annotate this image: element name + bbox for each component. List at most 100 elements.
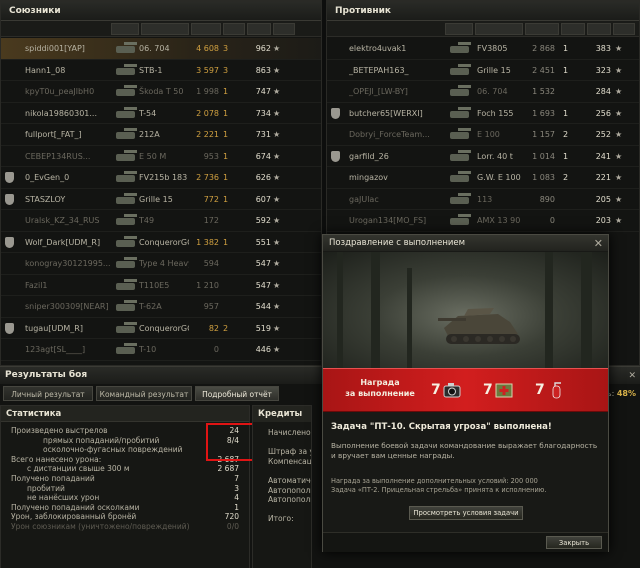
player-name: Dobryi_ForceTeam... (349, 130, 430, 139)
star-icon[interactable]: ★ (273, 146, 280, 168)
player-row[interactable]: Fazil1 T110E5 1 210 547 ★ (1, 275, 321, 297)
player-row[interactable]: _BETEPAH163_ Grille 15 2 451 1 323 ★ (327, 60, 639, 82)
player-row[interactable]: garfild_26 Lorr. 40 t 1 014 1 241 ★ (327, 146, 639, 168)
view-task-conditions-button[interactable]: Просмотреть условия задачи (409, 506, 523, 520)
player-name: 123agt[SL____] (25, 345, 86, 354)
tank-icon (447, 106, 471, 120)
player-row[interactable]: nikola19860301... T-54 2 078 1 734 ★ (1, 103, 321, 125)
sort-vehicle-button[interactable] (445, 23, 473, 35)
star-icon[interactable]: ★ (615, 103, 622, 125)
tank-icon (113, 127, 137, 141)
star-icon[interactable]: ★ (273, 296, 280, 318)
tank-name: T-62A (139, 302, 162, 311)
tank-name: Lorr. 40 t (477, 151, 513, 161)
sort-star-button[interactable] (613, 23, 635, 35)
star-icon[interactable]: ★ (273, 60, 280, 82)
player-row[interactable]: Hann1_08 STB-1 3 597 3 863 ★ (1, 60, 321, 82)
player-row[interactable]: STASZLOY Grille 15 772 1 607 ★ (1, 189, 321, 211)
player-row[interactable]: 123agt[SL____] T-10 0 446 ★ (1, 339, 321, 361)
sort-kills-button[interactable] (223, 23, 245, 35)
tab-detailed[interactable]: Подробный отчёт (195, 386, 279, 401)
sort-kills-button[interactable] (561, 23, 585, 35)
player-name: Fazil1 (25, 280, 48, 290)
tab-personal[interactable]: Личный результат (3, 386, 93, 401)
damage-value: 1 693 (532, 108, 555, 118)
xp-value: 323 (595, 65, 611, 75)
tank-icon (113, 63, 137, 77)
kills-value: 1 (563, 151, 569, 161)
close-icon[interactable]: ✕ (594, 237, 603, 250)
player-row[interactable]: kpyT0u_peaJlbH0 Škoda T 50 1 998 1 747 ★ (1, 81, 321, 103)
star-icon[interactable]: ★ (615, 146, 622, 168)
sort-tank-button[interactable] (475, 23, 523, 35)
star-icon[interactable]: ★ (615, 189, 622, 211)
star-icon[interactable]: ★ (273, 339, 280, 361)
damage-value: 3 597 (196, 65, 219, 75)
player-row[interactable]: butcher65[WERXI] Foch 155 1 693 1 256 ★ (327, 103, 639, 125)
star-icon[interactable]: ★ (273, 103, 280, 125)
player-row[interactable]: Uralsk_KZ_34_RUS T49 172 592 ★ (1, 210, 321, 232)
xp-value: 674 (255, 151, 271, 161)
player-name: kpyT0u_peaJlbH0 (25, 87, 95, 96)
kills-value: 1 (223, 237, 229, 247)
tank-name: 212A (139, 130, 160, 139)
credit-row: Штраф за урон (268, 447, 311, 457)
star-icon[interactable]: ★ (615, 124, 622, 146)
star-icon[interactable]: ★ (615, 81, 622, 103)
star-icon[interactable]: ★ (273, 232, 280, 254)
star-icon[interactable]: ★ (615, 167, 622, 189)
player-row[interactable]: Dobryi_ForceTeam... E 100 1 157 2 252 ★ (327, 124, 639, 146)
stat-value: 2 687 (217, 464, 239, 474)
credit-row (253, 466, 311, 476)
star-icon[interactable]: ★ (273, 210, 280, 232)
player-row[interactable]: CEBEP134RUS... E 50 M 953 1 674 ★ (1, 146, 321, 168)
player-row[interactable]: 0_EvGen_0 FV215b 183 2 736 1 626 ★ (1, 167, 321, 189)
star-icon[interactable]: ★ (273, 38, 280, 60)
sort-damage-button[interactable] (191, 23, 221, 35)
player-row[interactable]: sniper300309[NEAR] T-62A 957 544 ★ (1, 296, 321, 318)
star-icon[interactable]: ★ (273, 189, 280, 211)
player-row[interactable]: tugau[UDM_R] ConquerorGC 82 2 519 ★ (1, 318, 321, 340)
xp-value: 203 (595, 216, 611, 225)
star-icon[interactable]: ★ (273, 318, 280, 340)
close-button[interactable]: Закрыть (546, 536, 602, 549)
star-icon[interactable]: ★ (273, 275, 280, 297)
sort-star-button[interactable] (273, 23, 295, 35)
player-row[interactable]: mingazov G.W. E 100 1 083 2 221 ★ (327, 167, 639, 189)
tank-name: ConquerorGC (139, 237, 189, 247)
tank-name: 113 (477, 194, 493, 204)
player-name: Wolf_Dark[UDM_R] (25, 237, 101, 247)
player-row[interactable]: spiddi001[YAP] 06. 704 4 608 3 962 ★ (1, 38, 321, 60)
kills-value: 3 (223, 65, 229, 75)
star-icon[interactable]: ★ (273, 81, 280, 103)
stat-row: с дистанции свыше 300 м 2 687 (1, 464, 249, 474)
sort-damage-button[interactable] (525, 23, 559, 35)
player-row[interactable]: _OPEJl_[LW-BY] 06. 704 1 532 284 ★ (327, 81, 639, 103)
player-row[interactable]: elektro4uvak1 FV3805 2 868 1 383 ★ (327, 38, 639, 60)
player-name: Hann1_08 (25, 65, 66, 75)
reward-label-line2: за выполнение (345, 389, 415, 398)
sort-tank-button[interactable] (141, 23, 189, 35)
player-row[interactable]: konogray30121995... Type 4 Heavy 594 547 ★ (1, 253, 321, 275)
tank-name: Škoda T 50 (139, 87, 184, 96)
player-row[interactable]: gaJUlac 113 890 205 ★ (327, 189, 639, 211)
star-icon[interactable]: ★ (615, 210, 622, 232)
credit-row: Итого: (268, 514, 294, 524)
sort-vehicle-button[interactable] (111, 23, 139, 35)
player-row[interactable]: Urogan134[MO_FS] AMX 13 90 0 203 ★ (327, 210, 639, 232)
stat-label: пробитий (27, 483, 65, 493)
sort-xp-button[interactable] (247, 23, 271, 35)
damage-value: 2 078 (196, 108, 219, 118)
star-icon[interactable]: ★ (615, 38, 622, 60)
tank-name: 06. 704 (477, 87, 508, 96)
player-row[interactable]: fullport[_FAT_] 212A 2 221 1 731 ★ (1, 124, 321, 146)
star-icon[interactable]: ★ (273, 124, 280, 146)
tab-team[interactable]: Командный результат (96, 386, 192, 401)
star-icon[interactable]: ★ (615, 60, 622, 82)
xp-value: 547 (255, 259, 271, 268)
close-icon[interactable]: ✕ (628, 371, 636, 381)
star-icon[interactable]: ★ (273, 167, 280, 189)
star-icon[interactable]: ★ (273, 253, 280, 275)
sort-xp-button[interactable] (587, 23, 611, 35)
player-row[interactable]: Wolf_Dark[UDM_R] ConquerorGC 1 382 1 551 ★ (1, 232, 321, 254)
